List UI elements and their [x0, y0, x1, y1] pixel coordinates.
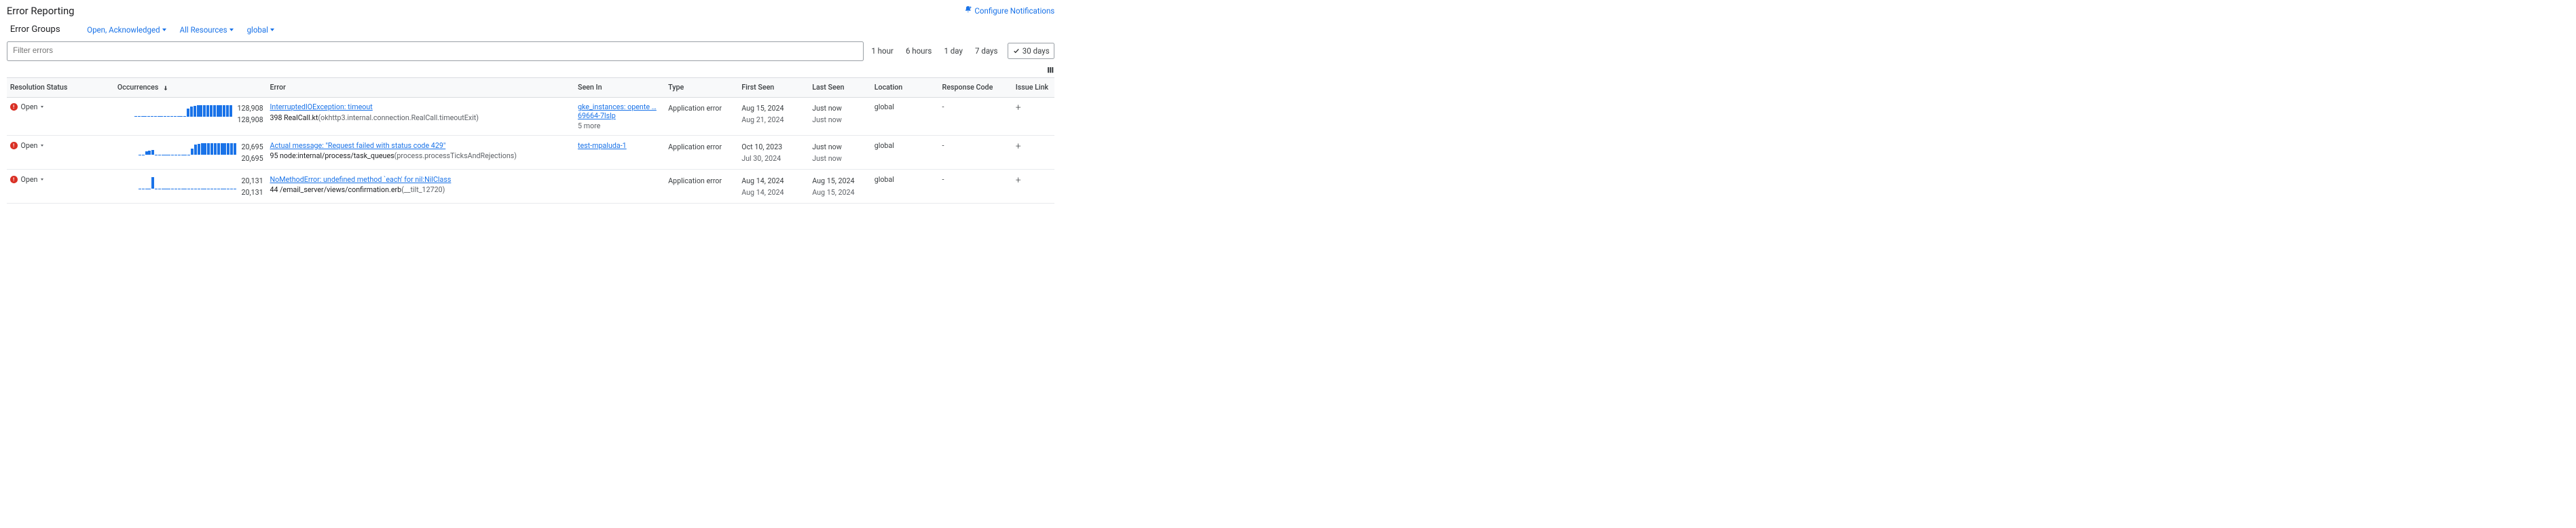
error-subtitle: 44/email_server/views/confirmation.erb(_… — [270, 185, 572, 194]
status-label: Open — [20, 175, 37, 184]
first-seen-cell: Aug 15, 2024Aug 21, 2024 — [738, 97, 809, 135]
location-cell: global — [871, 136, 939, 170]
status-label: Open — [20, 141, 37, 150]
col-header-seen-in[interactable]: Seen In — [574, 78, 665, 98]
configure-notifications-link[interactable]: Configure Notifications — [964, 5, 1054, 16]
col-header-error[interactable]: Error — [267, 78, 574, 98]
sparkline — [139, 142, 236, 155]
time-range-option[interactable]: 1 day — [942, 43, 965, 58]
seen-in-more[interactable]: 5 more — [578, 121, 661, 130]
time-range-option[interactable]: 7 days — [973, 43, 1000, 58]
page-title: Error Reporting — [7, 5, 75, 17]
add-issue-link-button[interactable]: + — [1016, 175, 1021, 186]
error-subtitle: 398RealCall.kt(okhttp3.internal.connecti… — [270, 113, 572, 122]
type-cell: Application error — [665, 136, 738, 170]
time-range-option[interactable]: 30 days — [1008, 43, 1054, 59]
table-row: !Open 128,908128,908 InterruptedIOExceptio… — [7, 97, 1054, 135]
last-seen-cell: Just nowJust now — [809, 136, 871, 170]
col-header-location[interactable]: Location — [871, 78, 939, 98]
alert-icon: ! — [10, 142, 18, 149]
col-header-issue-link[interactable]: Issue Link — [1012, 78, 1055, 98]
error-groups-table: Resolution Status Occurrences Error Seen… — [7, 77, 1054, 204]
filter-input-container[interactable] — [7, 41, 864, 61]
col-header-response-code[interactable]: Response Code — [939, 78, 1012, 98]
add-issue-link-button[interactable]: + — [1016, 102, 1021, 113]
occurrence-counts: 20,69520,695 — [241, 141, 263, 164]
alert-icon: ! — [10, 103, 18, 111]
location-cell: global — [871, 170, 939, 204]
add-issue-link-button[interactable]: + — [1016, 141, 1021, 152]
response-code-cell: - — [939, 136, 1012, 170]
time-range-label: 6 hours — [906, 46, 932, 56]
type-cell: Application error — [665, 97, 738, 135]
error-subtitle: 95node:internal/process/task_queues(proc… — [270, 151, 572, 160]
alert-icon: ! — [10, 176, 18, 183]
time-range-option[interactable]: 6 hours — [904, 43, 934, 58]
chevron-down-icon — [41, 178, 43, 181]
response-code-cell: - — [939, 97, 1012, 135]
time-range-label: 1 day — [944, 46, 962, 56]
chevron-down-icon — [229, 29, 234, 31]
resources-filter-label: All Resources — [180, 25, 227, 35]
last-seen-cell: Just nowJust now — [809, 97, 871, 135]
col-header-type[interactable]: Type — [665, 78, 738, 98]
column-settings-icon[interactable] — [1046, 66, 1054, 75]
status-dropdown[interactable]: !Open — [10, 175, 111, 184]
col-header-occurrences[interactable]: Occurrences — [114, 78, 267, 98]
chevron-down-icon — [41, 145, 43, 147]
last-seen-cell: Aug 15, 2024Aug 15, 2024 — [809, 170, 871, 204]
response-code-cell: - — [939, 170, 1012, 204]
seen-in-link[interactable]: gke_instances: opente …69664-7lslp — [578, 102, 657, 120]
chevron-down-icon — [270, 29, 274, 31]
region-filter-label: global — [247, 25, 268, 35]
error-title-link[interactable]: NoMethodError: undefined method `each' f… — [270, 175, 452, 184]
status-dropdown[interactable]: !Open — [10, 102, 111, 111]
table-row: !Open 20,69520,695 Actual message: "Reques… — [7, 136, 1054, 170]
sort-descending-icon — [160, 83, 168, 92]
col-header-first-seen[interactable]: First Seen — [738, 78, 809, 98]
sparkline — [139, 176, 236, 189]
chevron-down-icon — [162, 29, 166, 31]
chevron-down-icon — [41, 106, 43, 108]
time-range-label: 7 days — [975, 46, 997, 56]
time-range-label: 30 days — [1023, 46, 1050, 56]
type-cell: Application error — [665, 170, 738, 204]
filter-errors-input[interactable] — [13, 47, 857, 55]
time-range-option[interactable]: 1 hour — [869, 43, 896, 58]
first-seen-cell: Oct 10, 2023Jul 30, 2024 — [738, 136, 809, 170]
region-filter-dropdown[interactable]: global — [247, 25, 275, 35]
time-range-label: 1 hour — [871, 46, 894, 56]
first-seen-cell: Aug 14, 2024Aug 14, 2024 — [738, 170, 809, 204]
col-header-last-seen[interactable]: Last Seen — [809, 78, 871, 98]
table-row: !Open 20,13120,131 NoMethodError: undefine… — [7, 170, 1054, 204]
check-icon — [1013, 46, 1020, 56]
configure-notifications-label: Configure Notifications — [974, 6, 1054, 16]
time-range-selector: 1 hour 6 hours 1 day 7 days 30 days — [869, 43, 1054, 59]
occurrence-counts: 128,908128,908 — [237, 102, 263, 126]
location-cell: global — [871, 97, 939, 135]
seen-in-link[interactable]: test-mpaluda-1 — [578, 141, 627, 150]
section-title: Error Groups — [10, 24, 60, 35]
error-title-link[interactable]: InterruptedIOException: timeout — [270, 102, 373, 111]
status-filter-label: Open, Acknowledged — [87, 25, 160, 35]
status-label: Open — [20, 102, 37, 111]
bell-plus-icon — [964, 5, 972, 16]
resources-filter-dropdown[interactable]: All Resources — [180, 25, 234, 35]
status-filter-dropdown[interactable]: Open, Acknowledged — [87, 25, 166, 35]
status-dropdown[interactable]: !Open — [10, 141, 111, 150]
sparkline — [134, 104, 232, 117]
col-header-resolution-status[interactable]: Resolution Status — [7, 78, 114, 98]
occurrence-counts: 20,13120,131 — [241, 175, 263, 198]
error-title-link[interactable]: Actual message: "Request failed with sta… — [270, 141, 446, 150]
